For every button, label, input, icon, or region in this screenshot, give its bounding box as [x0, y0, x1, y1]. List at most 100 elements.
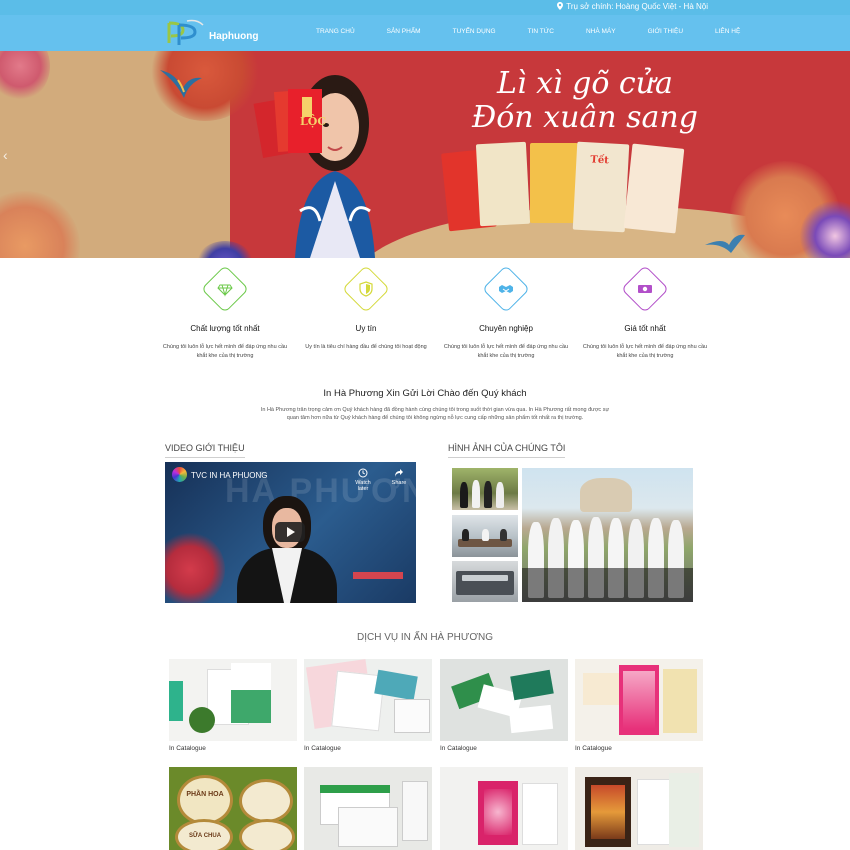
- card-white-envelope: [522, 783, 558, 845]
- feature-desc: Chúng tôi luôn lỗ lực hết mình để đáp ứn…: [162, 344, 288, 359]
- banner-prev-arrow-icon[interactable]: ‹: [3, 147, 8, 163]
- red-envelope-4: Tết: [572, 141, 630, 233]
- red-envelope-5: [623, 143, 685, 234]
- card-green-2: [510, 669, 554, 701]
- banner-headline-line1: Lì xì gõ cửa: [497, 66, 673, 101]
- banner-headline-line2: Đón xuân sang: [472, 100, 698, 135]
- feature-icon-frame: [341, 264, 391, 314]
- feature-professional: Chuyên nghiệp Chúng tôi luôn lỗ lực hết …: [436, 264, 576, 361]
- nav-about[interactable]: GIỚI THIỆU: [632, 15, 699, 51]
- card-yellow: [663, 669, 697, 733]
- red-envelope-2: [475, 141, 531, 227]
- envelope-green-stripe: [320, 785, 390, 793]
- photo-section-heading: HÌNH ẢNH CỦA CHÚNG TÔI: [448, 443, 566, 458]
- share-label: Share: [391, 480, 407, 486]
- feature-title: Chất lượng tốt nhất: [190, 324, 260, 333]
- nav-recruitment[interactable]: TUYỂN DỤNG: [437, 15, 512, 51]
- video-title[interactable]: TVC IN HA PHUONG: [191, 471, 267, 480]
- main-nav: TRANG CHỦ SẢN PHẨM TUYỂN DỤNG TIN TỨC NH…: [300, 15, 756, 51]
- red-envelope-3: [530, 143, 578, 223]
- hero-banner[interactable]: LỘC Lì xì gõ cửa Đón xuân sang Tết ‹: [0, 51, 850, 258]
- feature-icon-frame: [620, 264, 670, 314]
- photo-person: [482, 529, 489, 541]
- menu-food: [591, 785, 625, 839]
- map-pin-icon: [557, 2, 564, 10]
- service-image: [304, 659, 432, 741]
- service-label[interactable]: In Catalogue: [169, 745, 206, 752]
- service-image: [169, 659, 297, 741]
- banner-headline: Lì xì gõ cửa Đón xuân sang: [470, 67, 700, 135]
- label-text-2: SỮA CHUA: [188, 833, 222, 839]
- feature-title: Giá tốt nhất: [624, 324, 666, 333]
- card-pink-pattern: [623, 671, 655, 729]
- service-image: [440, 767, 568, 850]
- welcome-title: In Hà Phương Xin Gửi Lời Chào đến Quý kh…: [323, 388, 527, 399]
- handshake-icon: [499, 285, 513, 293]
- diamond-icon: [217, 284, 233, 297]
- welcome-text: In Hà Phương trân trọng cảm ơn Quý khách…: [260, 407, 610, 421]
- service-image: PHẦN HOA SỮA CHUA: [169, 767, 297, 850]
- header: Haphuong TRANG CHỦ SẢN PHẨM TUYỂN DỤNG T…: [0, 15, 850, 51]
- feature-quality: Chất lượng tốt nhất Chúng tôi luôn lỗ lự…: [155, 264, 295, 361]
- feature-title: Uy tín: [355, 324, 377, 333]
- watch-later-label: Watch later: [355, 480, 371, 492]
- video-section-heading: VIDEO GIỚI THIỆU: [165, 443, 245, 458]
- intro-video-player[interactable]: HÀ PHƯƠNG TVC IN HA PHUONG Watch later S…: [165, 462, 416, 603]
- logo-text: Haphuong: [209, 31, 259, 42]
- service-label[interactable]: In Catalogue: [440, 745, 477, 752]
- catalogue-accent: [169, 681, 183, 721]
- photo-machine-detail: [462, 575, 508, 581]
- service-image: [575, 767, 703, 850]
- menu-plant: [669, 773, 699, 847]
- feature-desc: Uy tín là tiêu chí hàng đầu để chúng tôi…: [305, 344, 427, 350]
- photo-person: [460, 482, 468, 508]
- invoice-book: [394, 699, 430, 733]
- label-text-1: PHẦN HOA: [186, 791, 224, 798]
- logo[interactable]: Haphuong: [165, 19, 260, 47]
- nav-contact[interactable]: LIÊN HỆ: [699, 15, 756, 51]
- nav-news[interactable]: TIN TỨC: [512, 15, 570, 51]
- address-info: Trụ sở chính: Hoàng Quốc Việt - Hà Nội: [557, 2, 708, 11]
- card-envelope: [583, 673, 623, 705]
- card-white-2: [508, 704, 554, 734]
- banner-flower-top-left: [0, 51, 50, 101]
- envelope-tet-text: Tết: [590, 154, 610, 167]
- nav-factory[interactable]: NHÀ MÁY: [570, 15, 632, 51]
- banner-flower-left: [0, 191, 80, 258]
- channel-logo-icon[interactable]: [172, 467, 187, 482]
- photo-person: [484, 481, 492, 508]
- logo-mark-icon: [167, 19, 204, 45]
- feature-icon-frame: [200, 264, 250, 314]
- photo-team[interactable]: [522, 468, 693, 602]
- service-image: [440, 659, 568, 741]
- woman-illustration: LỘC: [253, 75, 375, 258]
- service-label[interactable]: In Catalogue: [304, 745, 341, 752]
- photo-person: [500, 529, 507, 541]
- feature-best-price: Giá tốt nhất Chúng tôi luôn lỗ lực hết m…: [575, 264, 715, 361]
- photo-group-outdoor[interactable]: [452, 468, 518, 510]
- swallow-bird-icon: [160, 70, 202, 98]
- share-icon: [395, 469, 403, 477]
- feature-desc: Chúng tôi luôn lỗ lực hết mình để đáp ứn…: [582, 344, 708, 359]
- play-button-icon[interactable]: [275, 522, 305, 542]
- envelope-sheet: [338, 807, 398, 847]
- service-label[interactable]: In Catalogue: [575, 745, 612, 752]
- feature-desc: Chúng tôi luôn lỗ lực hết mình để đáp ứn…: [443, 344, 569, 359]
- photo-ground: [522, 568, 693, 602]
- nav-home[interactable]: TRANG CHỦ: [300, 15, 371, 51]
- share-button[interactable]: Share: [387, 468, 411, 486]
- photo-office-meeting[interactable]: [452, 515, 518, 557]
- card-pink-pattern: [484, 789, 512, 835]
- label-oval-2: [239, 779, 293, 823]
- label-oval-1: [177, 775, 233, 825]
- nav-products[interactable]: SẢN PHẨM: [371, 15, 437, 51]
- swallow-bird-right-icon: [705, 234, 745, 253]
- address-text: Trụ sở chính: Hoàng Quốc Việt - Hà Nội: [566, 2, 708, 11]
- label-oval-4: [239, 819, 295, 850]
- catalogue-plant: [189, 707, 215, 733]
- photo-person: [462, 529, 469, 541]
- service-image: [304, 767, 432, 850]
- shield-icon: [359, 281, 373, 297]
- photo-printing-machine[interactable]: [452, 561, 518, 602]
- watch-later-button[interactable]: Watch later: [351, 468, 375, 492]
